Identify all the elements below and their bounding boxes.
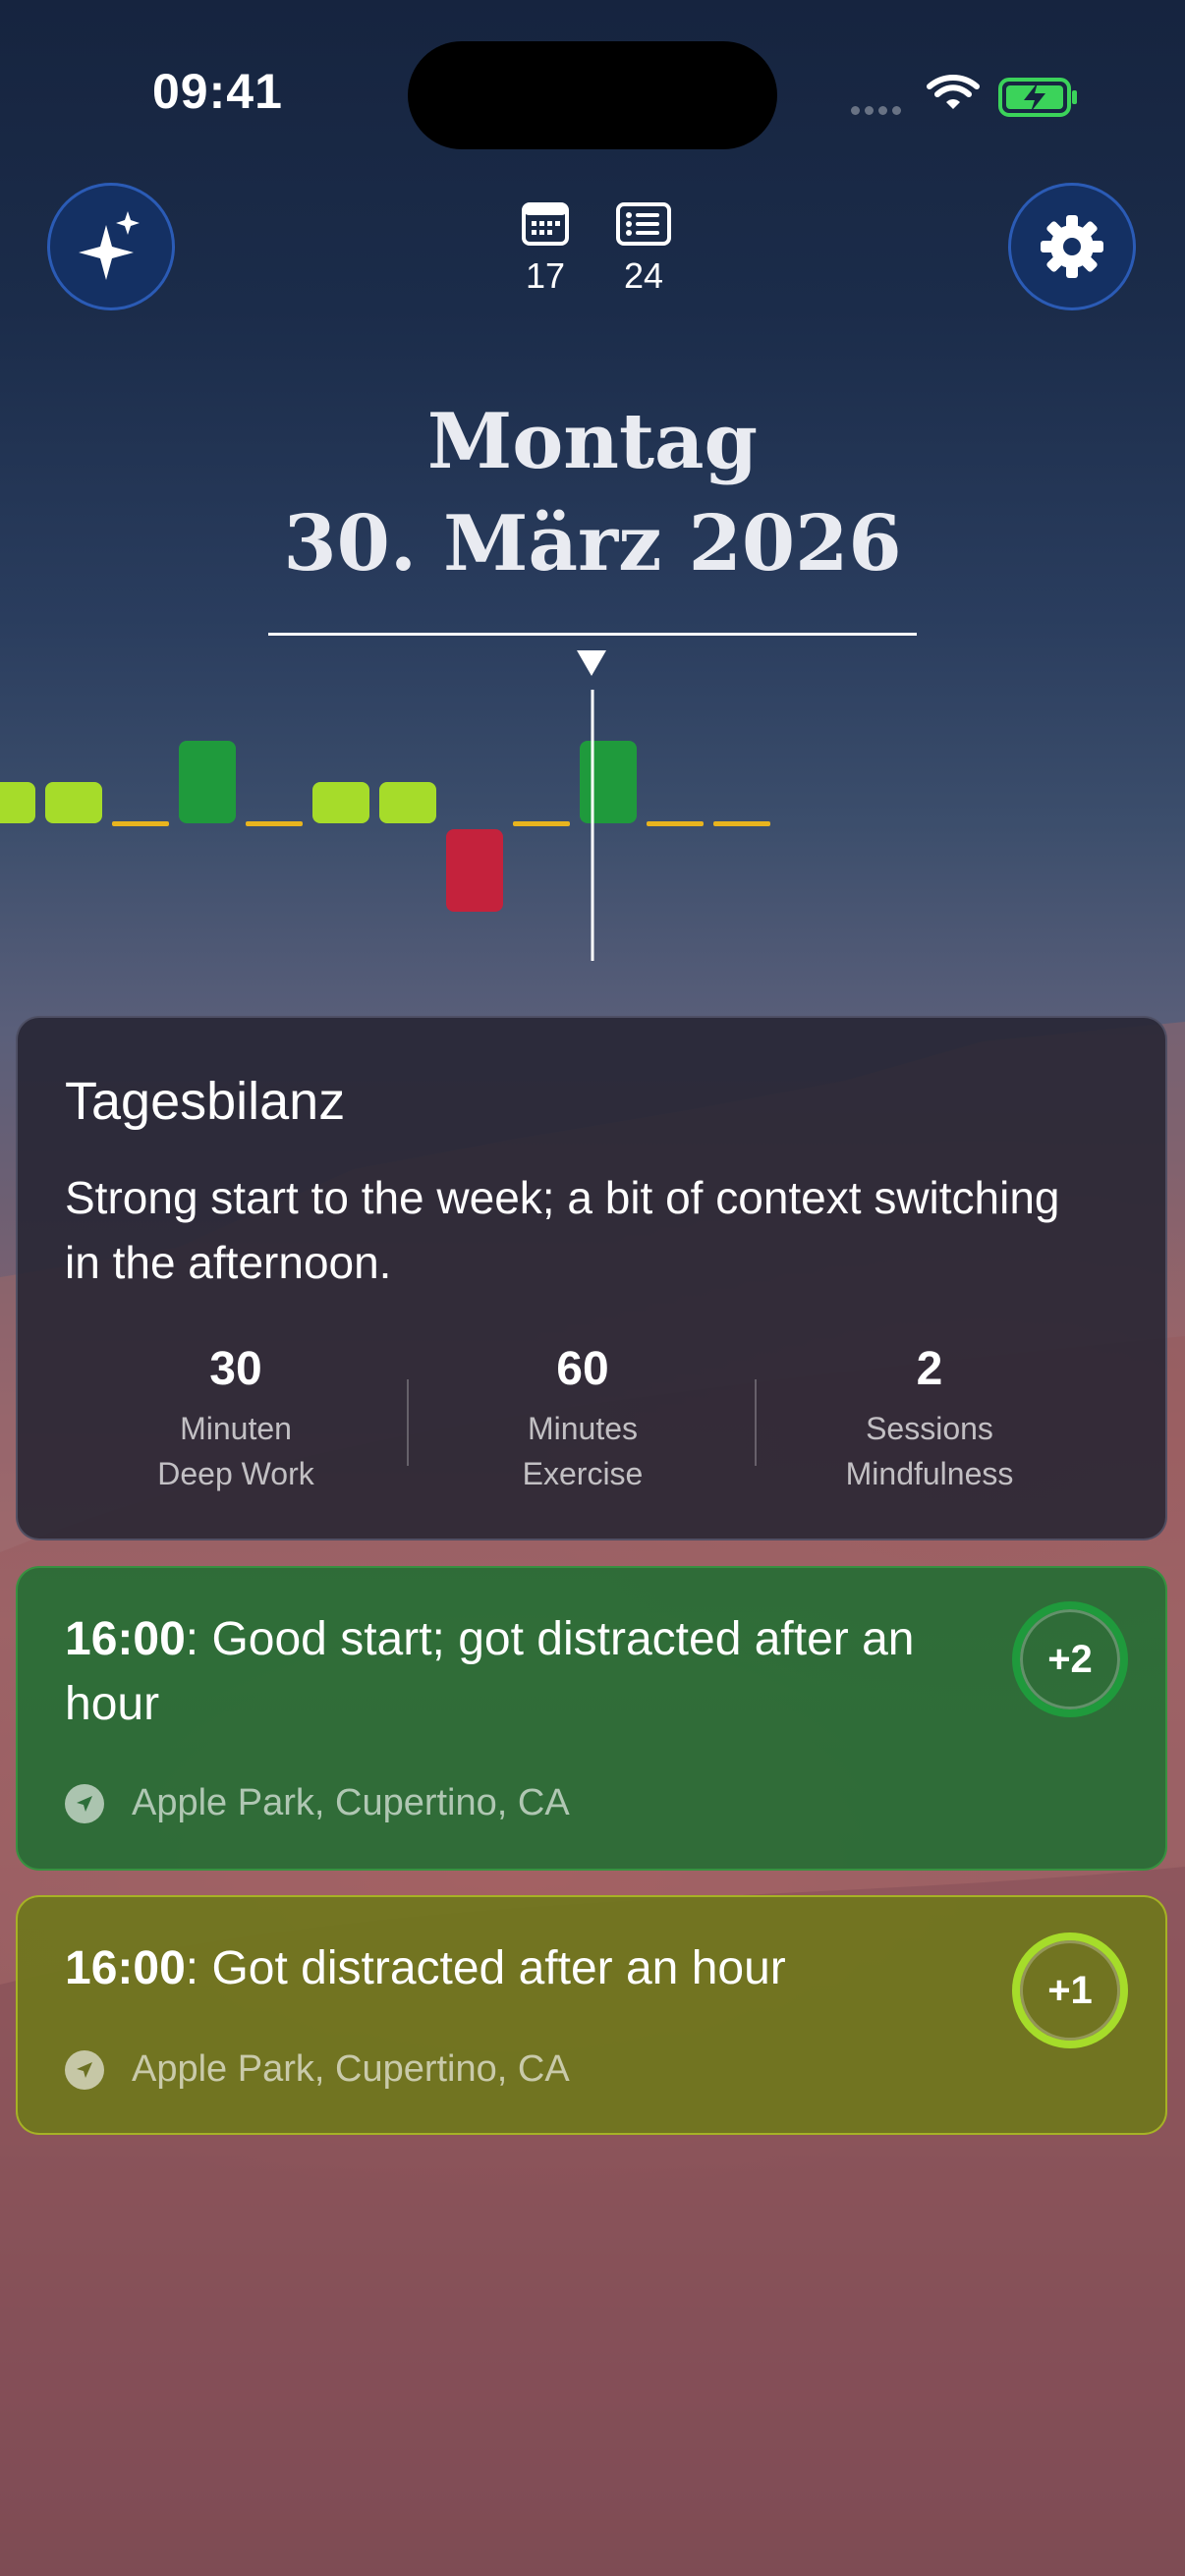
score-badge[interactable]: +2 xyxy=(1012,1601,1128,1717)
journal-entry[interactable]: 16:00: Got distracted after an hour Appl… xyxy=(16,1895,1167,2135)
stat-label: Minuten xyxy=(180,1411,292,1446)
stat-divider xyxy=(755,1379,757,1466)
summary-text: Strong start to the week; a bit of conte… xyxy=(65,1172,1060,1288)
mood-bar[interactable] xyxy=(112,821,169,826)
wifi-icon xyxy=(927,75,980,109)
daily-summary-card[interactable]: Tagesbilanz Strong start to the week; a … xyxy=(16,1016,1167,1540)
weekday-label: Montag xyxy=(426,397,759,486)
list-icon xyxy=(616,202,671,246)
entry-description: : Got distracted after an hour xyxy=(185,1942,786,1994)
sparkles-icon xyxy=(79,211,140,280)
status-time: 09:41 xyxy=(152,64,283,119)
location-arrow-icon xyxy=(65,1783,104,1823)
mood-bar[interactable] xyxy=(580,741,637,823)
mood-bar[interactable] xyxy=(446,829,503,912)
date-divider xyxy=(268,633,917,636)
stat-label: Deep Work xyxy=(157,1456,314,1491)
score-badge[interactable]: +1 xyxy=(1012,1932,1128,2048)
stat-value: 2 xyxy=(916,1343,943,1395)
entry-text: 16:00: Got distracted after an hour xyxy=(65,1936,979,2001)
entry-description: : Good start; got distracted after an ho… xyxy=(65,1613,915,1730)
summary-title: Tagesbilanz xyxy=(65,1072,346,1131)
mood-bar[interactable] xyxy=(45,782,102,823)
calendar-icon xyxy=(522,202,569,246)
stat-exercise: 60 Minutes Exercise xyxy=(435,1342,730,1496)
entry-time: 16:00 xyxy=(65,1942,186,1994)
mood-bar[interactable] xyxy=(513,821,570,826)
entry-location-text: Apple Park, Cupertino, CA xyxy=(132,1782,570,1823)
full-date-label: 30. März 2026 xyxy=(283,499,902,588)
dynamic-island xyxy=(408,41,777,149)
settings-button[interactable] xyxy=(1008,183,1136,310)
stat-label: Exercise xyxy=(522,1456,644,1491)
stat-label: Sessions xyxy=(866,1411,993,1446)
stat-divider xyxy=(407,1379,409,1466)
date-heading: Montag 30. März 2026 xyxy=(0,391,1185,595)
entry-location: Apple Park, Cupertino, CA xyxy=(65,1782,570,1824)
list-count: 24 xyxy=(623,255,664,296)
mood-bar[interactable] xyxy=(0,782,35,823)
mood-bar[interactable] xyxy=(647,821,704,826)
mood-bar[interactable] xyxy=(246,821,303,826)
entry-location-text: Apple Park, Cupertino, CA xyxy=(132,2048,570,2090)
insights-button[interactable] xyxy=(47,183,175,310)
location-arrow-icon xyxy=(65,2049,104,2090)
stat-label: Minutes xyxy=(527,1411,639,1446)
calendar-counter[interactable]: 17 xyxy=(511,201,580,297)
mood-bar[interactable] xyxy=(312,782,369,823)
journal-entry[interactable]: 16:00: Good start; got distracted after … xyxy=(16,1566,1167,1871)
entry-location: Apple Park, Cupertino, CA xyxy=(65,2048,570,2091)
entry-time: 16:00 xyxy=(65,1613,186,1665)
current-time-marker-icon xyxy=(577,650,606,676)
gear-icon xyxy=(1041,215,1103,278)
mood-timeline-chart[interactable] xyxy=(0,639,1185,973)
stat-value: 60 xyxy=(556,1343,609,1395)
mood-bar[interactable] xyxy=(379,782,436,823)
stat-mindfulness: 2 Sessions Mindfulness xyxy=(782,1342,1077,1496)
calendar-count: 17 xyxy=(525,255,566,296)
stat-deep-work: 30 Minuten Deep Work xyxy=(88,1342,383,1496)
mood-bar[interactable] xyxy=(713,821,770,826)
battery-charging-icon xyxy=(998,78,1077,117)
counters: 17 24 xyxy=(511,201,678,297)
cellular-signal-icon xyxy=(851,102,906,120)
mood-bar[interactable] xyxy=(179,741,236,823)
list-counter[interactable]: 24 xyxy=(609,201,678,297)
stat-label: Mindfulness xyxy=(845,1456,1014,1491)
stat-value: 30 xyxy=(209,1343,262,1395)
entry-text: 16:00: Good start; got distracted after … xyxy=(65,1607,979,1737)
status-bar: 09:41 xyxy=(0,0,1185,187)
